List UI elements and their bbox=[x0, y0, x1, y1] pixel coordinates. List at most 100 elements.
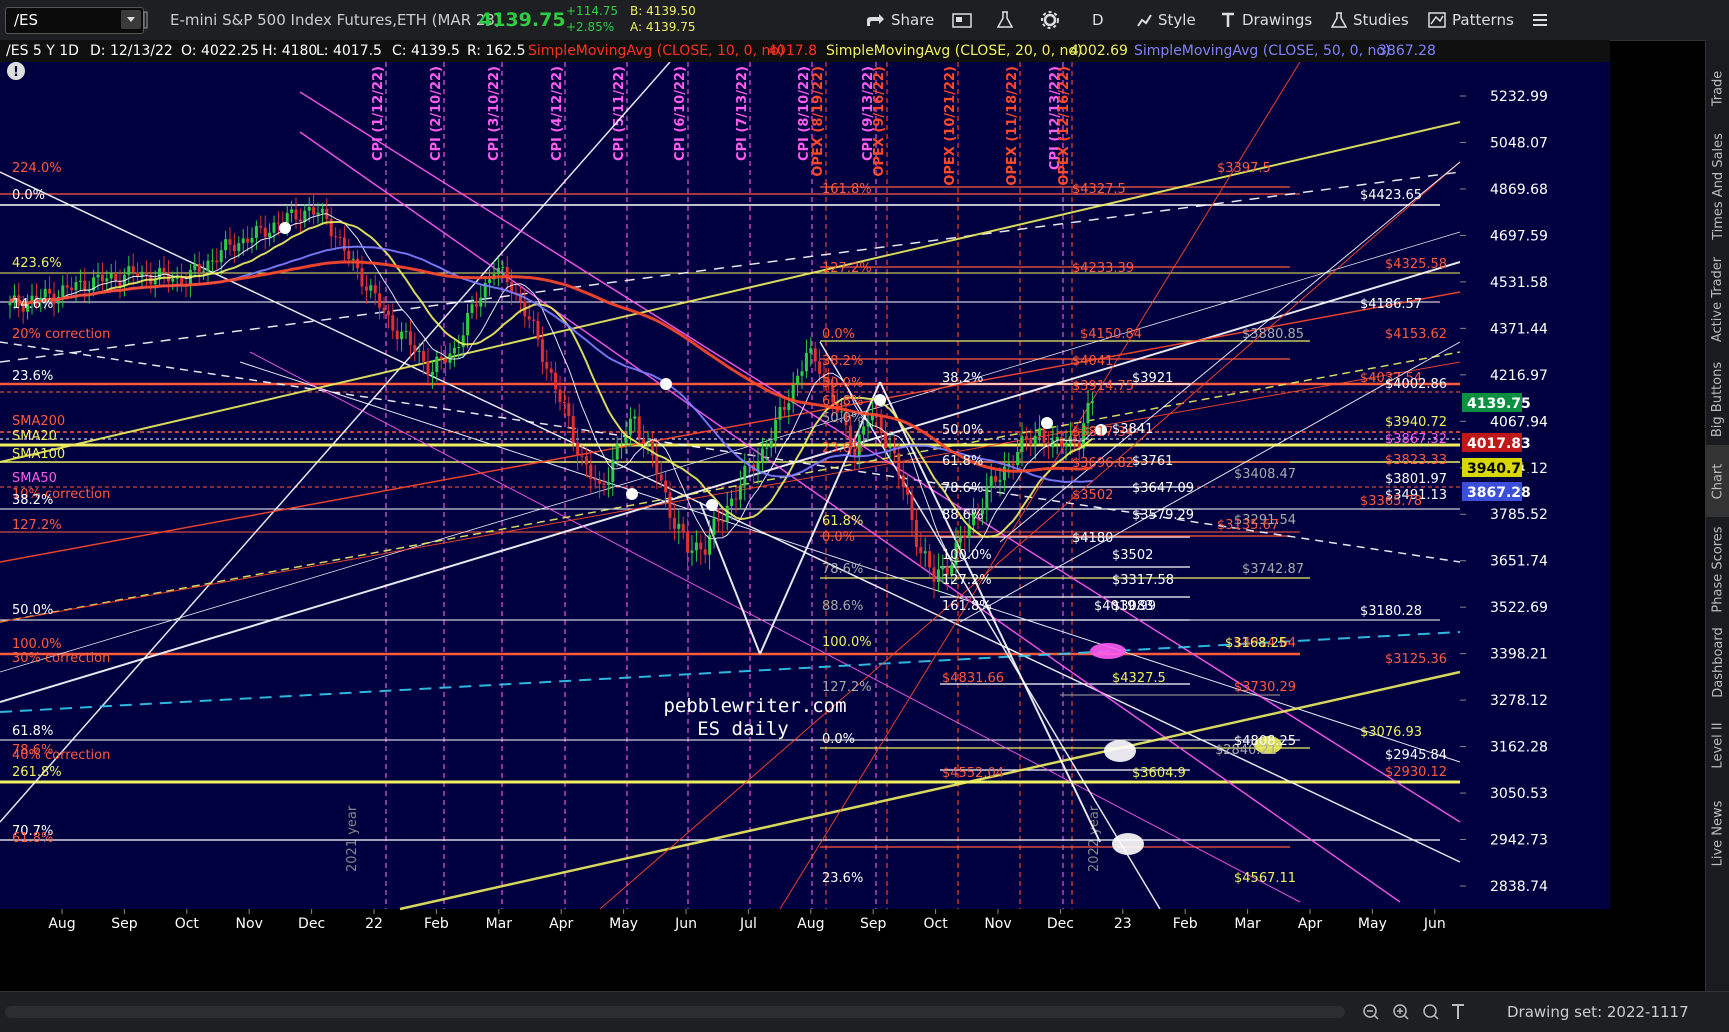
patterns-button[interactable]: Patterns bbox=[1428, 0, 1514, 40]
year-label: 2022 year bbox=[1087, 805, 1102, 872]
link-icon[interactable] bbox=[142, 0, 156, 40]
sma50-label[interactable]: SimpleMovingAvg (CLOSE, 50, 0, no) bbox=[1134, 43, 1390, 59]
candle-body bbox=[131, 266, 135, 273]
candle-body bbox=[452, 347, 456, 354]
candle-body bbox=[664, 480, 668, 493]
side-tab-label: Level II bbox=[1710, 721, 1726, 769]
side-tab-active-trader[interactable]: Active Trader bbox=[1706, 245, 1729, 353]
text-tool-icon[interactable] bbox=[1452, 1004, 1464, 1019]
timeframe-button[interactable]: D bbox=[1092, 0, 1104, 40]
candle-body bbox=[1020, 436, 1024, 453]
candle-body bbox=[721, 521, 725, 523]
flask-icon[interactable] bbox=[997, 0, 1019, 40]
candle-body bbox=[681, 523, 685, 532]
zoom-reset-icon[interactable] bbox=[1423, 1004, 1439, 1020]
candle-body bbox=[611, 459, 615, 482]
candle-body bbox=[342, 237, 346, 251]
share-button[interactable]: Share bbox=[865, 0, 934, 40]
level-label: 127.2% bbox=[12, 518, 62, 533]
bottom-bar: Drawing set: 2022-1117 bbox=[0, 991, 1729, 1032]
chevron-down-icon[interactable] bbox=[121, 10, 141, 29]
candle-body bbox=[642, 438, 646, 444]
time-tick-label: Aug bbox=[48, 916, 75, 932]
level-label: 38.2% bbox=[942, 371, 983, 386]
price-tick-label: 5048.07 bbox=[1490, 135, 1548, 151]
side-tab-label: Big Buttons bbox=[1710, 361, 1726, 437]
candle-body bbox=[360, 268, 364, 287]
side-tab-phase-scores[interactable]: Phase Scores bbox=[1706, 525, 1729, 613]
candle-body bbox=[919, 546, 923, 554]
candle-body bbox=[813, 348, 817, 362]
price-chart[interactable]: CPI (1/12/22) CPI (2/10/22) CPI (3/10/22) C… bbox=[0, 62, 1610, 991]
side-tab-label: Live News bbox=[1710, 800, 1726, 866]
candle-body bbox=[668, 492, 672, 518]
candle-body bbox=[1090, 401, 1094, 404]
drawings-button[interactable]: Drawings bbox=[1220, 0, 1312, 40]
level-label: 40% correction bbox=[12, 748, 110, 763]
price-tick-label: 4869.68 bbox=[1490, 182, 1548, 198]
candle-body bbox=[655, 455, 659, 475]
candle-body bbox=[74, 281, 78, 291]
sma10-label[interactable]: SimpleMovingAvg (CLOSE, 10, 0, no) bbox=[528, 43, 784, 59]
candle-body bbox=[985, 488, 989, 511]
candle-body bbox=[998, 480, 1002, 482]
level-label: $3801.97 bbox=[1385, 472, 1447, 487]
candle-body bbox=[1029, 439, 1033, 446]
candle-body bbox=[404, 331, 408, 333]
style-button[interactable]: Style bbox=[1136, 0, 1196, 40]
gear-icon[interactable] bbox=[1041, 0, 1065, 40]
bar-range: R: 162.5 bbox=[467, 43, 526, 59]
level-label: $3604.9 bbox=[1132, 766, 1186, 781]
candle-body bbox=[818, 361, 822, 374]
candle-body bbox=[105, 278, 109, 282]
symbol-selector[interactable]: /ES bbox=[5, 7, 144, 34]
level-label: $3823.33 bbox=[1385, 453, 1447, 468]
candle-body bbox=[347, 250, 351, 260]
sma20-label[interactable]: SimpleMovingAvg (CLOSE, 20, 0, no) bbox=[826, 43, 1082, 59]
candle-body bbox=[197, 264, 201, 272]
level-label: SMA200 bbox=[12, 414, 65, 429]
candle-body bbox=[633, 416, 637, 419]
period-label: OPEX (12/16/22) bbox=[1057, 66, 1072, 186]
side-tab-level-ii[interactable]: Level II bbox=[1706, 710, 1729, 780]
snapshot-icon[interactable] bbox=[952, 0, 978, 40]
time-tick-label: Dec bbox=[298, 916, 325, 932]
bar-high: H: 4180 bbox=[262, 43, 318, 59]
level-label: 127.2% bbox=[942, 573, 992, 588]
level-label: $4150.84 bbox=[1080, 327, 1142, 342]
side-tab-big-buttons[interactable]: Big Buttons bbox=[1706, 360, 1729, 438]
candle-body bbox=[510, 282, 514, 293]
side-tab-chart[interactable]: Chart bbox=[1706, 445, 1729, 517]
highlight-marker bbox=[1112, 833, 1144, 855]
period-label: CPI (2/10/22) bbox=[429, 66, 444, 161]
level-label: $3867.32 bbox=[1385, 432, 1447, 447]
candle-body bbox=[787, 403, 791, 411]
candle-body bbox=[941, 566, 945, 570]
level-label: 61.8% bbox=[12, 831, 53, 846]
candle-body bbox=[1002, 466, 1006, 481]
zoom-out-icon[interactable] bbox=[1363, 1004, 1379, 1020]
side-tab-dashboard[interactable]: Dashboard bbox=[1706, 620, 1729, 704]
level-label: $3502 bbox=[1112, 548, 1153, 563]
time-tick-label: Mar bbox=[486, 916, 513, 932]
time-scrollbar[interactable] bbox=[5, 1006, 1345, 1018]
menu-icon[interactable] bbox=[1532, 0, 1554, 40]
side-tab-times-and-sales[interactable]: Times And Sales bbox=[1706, 132, 1729, 240]
price-badge-label: 3867.28 bbox=[1467, 485, 1531, 501]
level-label: $4186.57 bbox=[1360, 297, 1422, 312]
period-label: OPEX (8/19/22) bbox=[811, 66, 826, 177]
level-label: 224.0% bbox=[12, 161, 62, 176]
studies-button[interactable]: Studies bbox=[1331, 0, 1409, 40]
level-label: SMA20 bbox=[12, 429, 57, 444]
side-tab-live-news[interactable]: Live News bbox=[1706, 785, 1729, 881]
zoom-in-icon[interactable] bbox=[1393, 1004, 1409, 1020]
candle-body bbox=[901, 475, 905, 488]
candle-body bbox=[536, 320, 540, 340]
level-label: 161.8% bbox=[822, 182, 872, 197]
price-badge-label: 4017.83 bbox=[1467, 436, 1531, 452]
level-label: $3742.87 bbox=[1242, 562, 1304, 577]
side-tab-trade[interactable]: Trade bbox=[1706, 52, 1729, 124]
drawing-set-label[interactable]: Drawing set: 2022-1117 bbox=[1507, 1003, 1689, 1021]
candle-body bbox=[809, 348, 813, 354]
candle-body bbox=[364, 286, 368, 291]
